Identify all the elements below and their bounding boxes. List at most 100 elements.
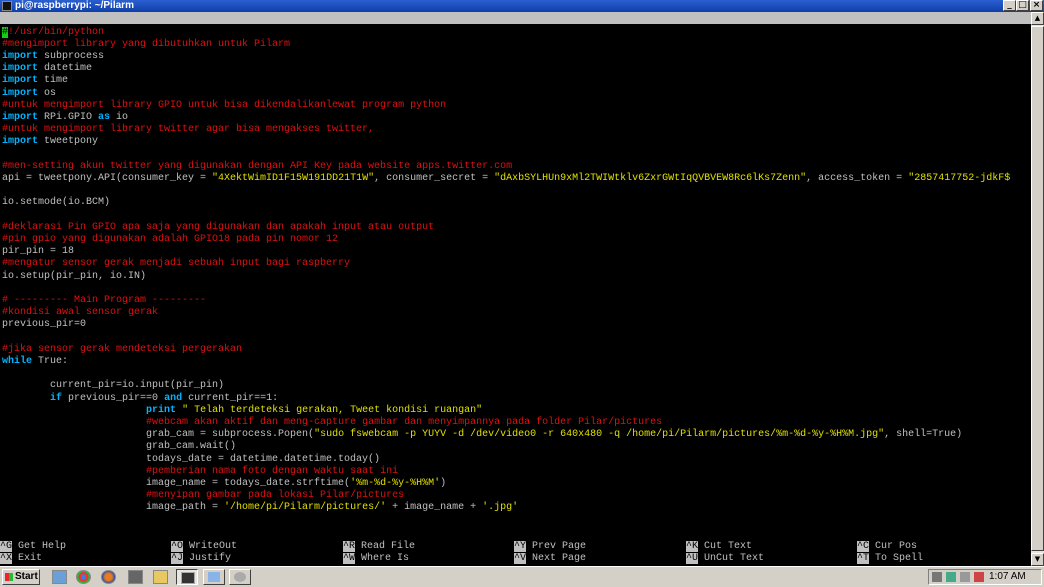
scroll-thumb[interactable] [1031,26,1044,551]
code-line[interactable]: #untuk mengimport library twitter agar b… [2,124,374,136]
code-line[interactable]: import subprocess [2,51,104,63]
code-line[interactable]: image_name = todays_date.strftime('%m-%d… [2,478,446,490]
code-line[interactable]: io.setmode(io.BCM) [2,197,110,209]
window-icon [208,572,220,582]
code-line[interactable]: todays_date = datetime.datetime.today() [2,454,380,466]
window-titlebar[interactable]: pi@raspberrypi: ~/Pilarm _ □ × [0,0,1044,12]
help-key: ^R [343,541,356,552]
code-line[interactable]: pir_pin = 18 [2,246,74,258]
help-item: ^X Exit [0,553,42,565]
code-line[interactable]: #menyipan gambar pada lokasi Pilar/pictu… [2,490,404,502]
code-line[interactable]: #men-setting akun twitter yang digunakan… [2,161,512,173]
code-line[interactable]: io.setup(pir_pin, io.IN) [2,271,146,283]
code-token: True: [32,355,69,367]
code-token: # --------- Main Program --------- [2,294,207,306]
code-token: as [98,111,111,123]
tray-up-icon[interactable] [932,572,942,582]
vertical-scrollbar[interactable]: ▲ ▼ [1031,12,1044,566]
help-key: ^J [171,553,184,564]
code-line[interactable]: previous_pir=0 [2,319,86,331]
code-token: while [2,355,33,367]
code-line[interactable]: #mengimport library yang dibutuhkan untu… [2,39,290,51]
help-item: ^T To Spell [857,553,923,565]
code-line[interactable]: grab_cam = subprocess.Popen("sudo fswebc… [2,429,962,441]
code-token: #kondisi awal sensor gerak [2,307,159,319]
code-token: #untuk mengimport library twitter agar b… [2,124,375,136]
help-item: ^G Get Help [0,541,66,553]
camera-app-icon[interactable] [128,570,143,584]
firefox-icon[interactable] [101,570,116,584]
code-token: datetime [38,63,93,75]
code-token: grab_cam.wait() [2,441,237,453]
code-line[interactable]: #pemberian nama foto dengan waktu saat i… [2,466,398,478]
code-token: previous_pir=0 [2,319,87,331]
code-token: print [146,404,177,416]
code-token: todays_date = datetime.datetime.today() [2,453,381,465]
code-line[interactable]: #deklarasi Pin GPIO apa saja yang diguna… [2,222,434,234]
folder-icon[interactable] [153,570,168,584]
app-icon [234,572,246,582]
close-button[interactable]: × [1030,0,1043,11]
taskbar-button-window[interactable] [203,569,225,585]
code-line[interactable]: #webcam akan aktif dan meng-capture gamb… [2,417,662,429]
code-line[interactable]: import os [2,88,56,100]
code-token: if [50,392,63,404]
putty-icon [181,572,195,584]
code-line[interactable]: import time [2,75,68,87]
help-label: Cur Pos [869,541,918,552]
code-token: grab_cam = subprocess.Popen( [2,429,315,441]
code-token: import [2,50,39,62]
code-line[interactable]: #jika sensor gerak mendeteksi pergerakan [2,344,242,356]
code-line[interactable]: # --------- Main Program --------- [2,295,206,307]
scroll-up-button[interactable]: ▲ [1031,12,1044,25]
help-label: UnCut Text [698,553,765,564]
alert-icon[interactable] [974,572,984,582]
code-line[interactable]: #untuk mengimport library GPIO untuk bis… [2,100,446,112]
code-line[interactable]: #pin gpio yang digunakan adalah GPIO18 p… [2,234,338,246]
chrome-icon[interactable] [76,570,91,584]
help-key: ^W [343,553,356,564]
code-line[interactable]: print " Telah terdeteksi gerakan, Tweet … [2,405,482,417]
code-line[interactable]: grab_cam.wait() [2,441,236,453]
taskbar-button-app[interactable] [229,569,251,585]
help-key: ^U [686,553,699,564]
scroll-down-button[interactable]: ▼ [1031,553,1044,566]
code-line[interactable]: image_path = '/home/pi/Pilarm/pictures/'… [2,502,518,514]
code-token: import [2,87,39,99]
help-item: ^R Read File [343,541,415,553]
code-line[interactable]: current_pir=io.input(pir_pin) [2,380,224,392]
start-button[interactable]: Start [2,569,40,585]
code-line[interactable]: #kondisi awal sensor gerak [2,307,158,319]
code-line[interactable]: while True: [2,356,68,368]
code-token: import [2,63,39,75]
help-label: Where Is [355,553,410,564]
help-item: ^W Where Is [343,553,409,565]
terminal-area[interactable]: GNU nano 2.2.6 File: alarmd.py #!/usr/bi… [0,12,1031,566]
help-item: ^O WriteOut [171,541,237,553]
show-desktop-icon[interactable] [52,570,67,584]
code-token: current_pir=io.input(pir_pin) [2,380,225,392]
code-line[interactable]: if previous_pir==0 and current_pir==1: [2,393,278,405]
code-token: '%m-%d-%y-%H%M' [350,477,441,489]
code-token: #deklarasi Pin GPIO apa saja yang diguna… [2,221,435,233]
code-token: and [164,392,183,404]
volume-icon[interactable] [960,572,970,582]
code-token: , consumer_secret = [374,172,495,184]
help-label: WriteOut [183,541,238,552]
code-line[interactable]: #mengatur sensor gerak menjadi sebuah in… [2,258,350,270]
code-token: os [38,87,57,99]
help-key: ^X [0,553,13,564]
maximize-button[interactable]: □ [1016,0,1029,11]
code-line[interactable]: #!/usr/bin/python [2,26,104,39]
code-line[interactable]: import tweetpony [2,136,98,148]
code-line[interactable]: import RPi.GPIO as io [2,112,128,124]
minimize-button[interactable]: _ [1003,0,1016,11]
taskbar-button-putty[interactable] [176,569,198,585]
network-icon[interactable] [946,572,956,582]
code-token: io [110,111,129,123]
help-label: Prev Page [526,541,587,552]
code-line[interactable]: api = tweetpony.API(consumer_key = "4Xek… [2,173,1010,185]
code-line[interactable]: import datetime [2,63,92,75]
